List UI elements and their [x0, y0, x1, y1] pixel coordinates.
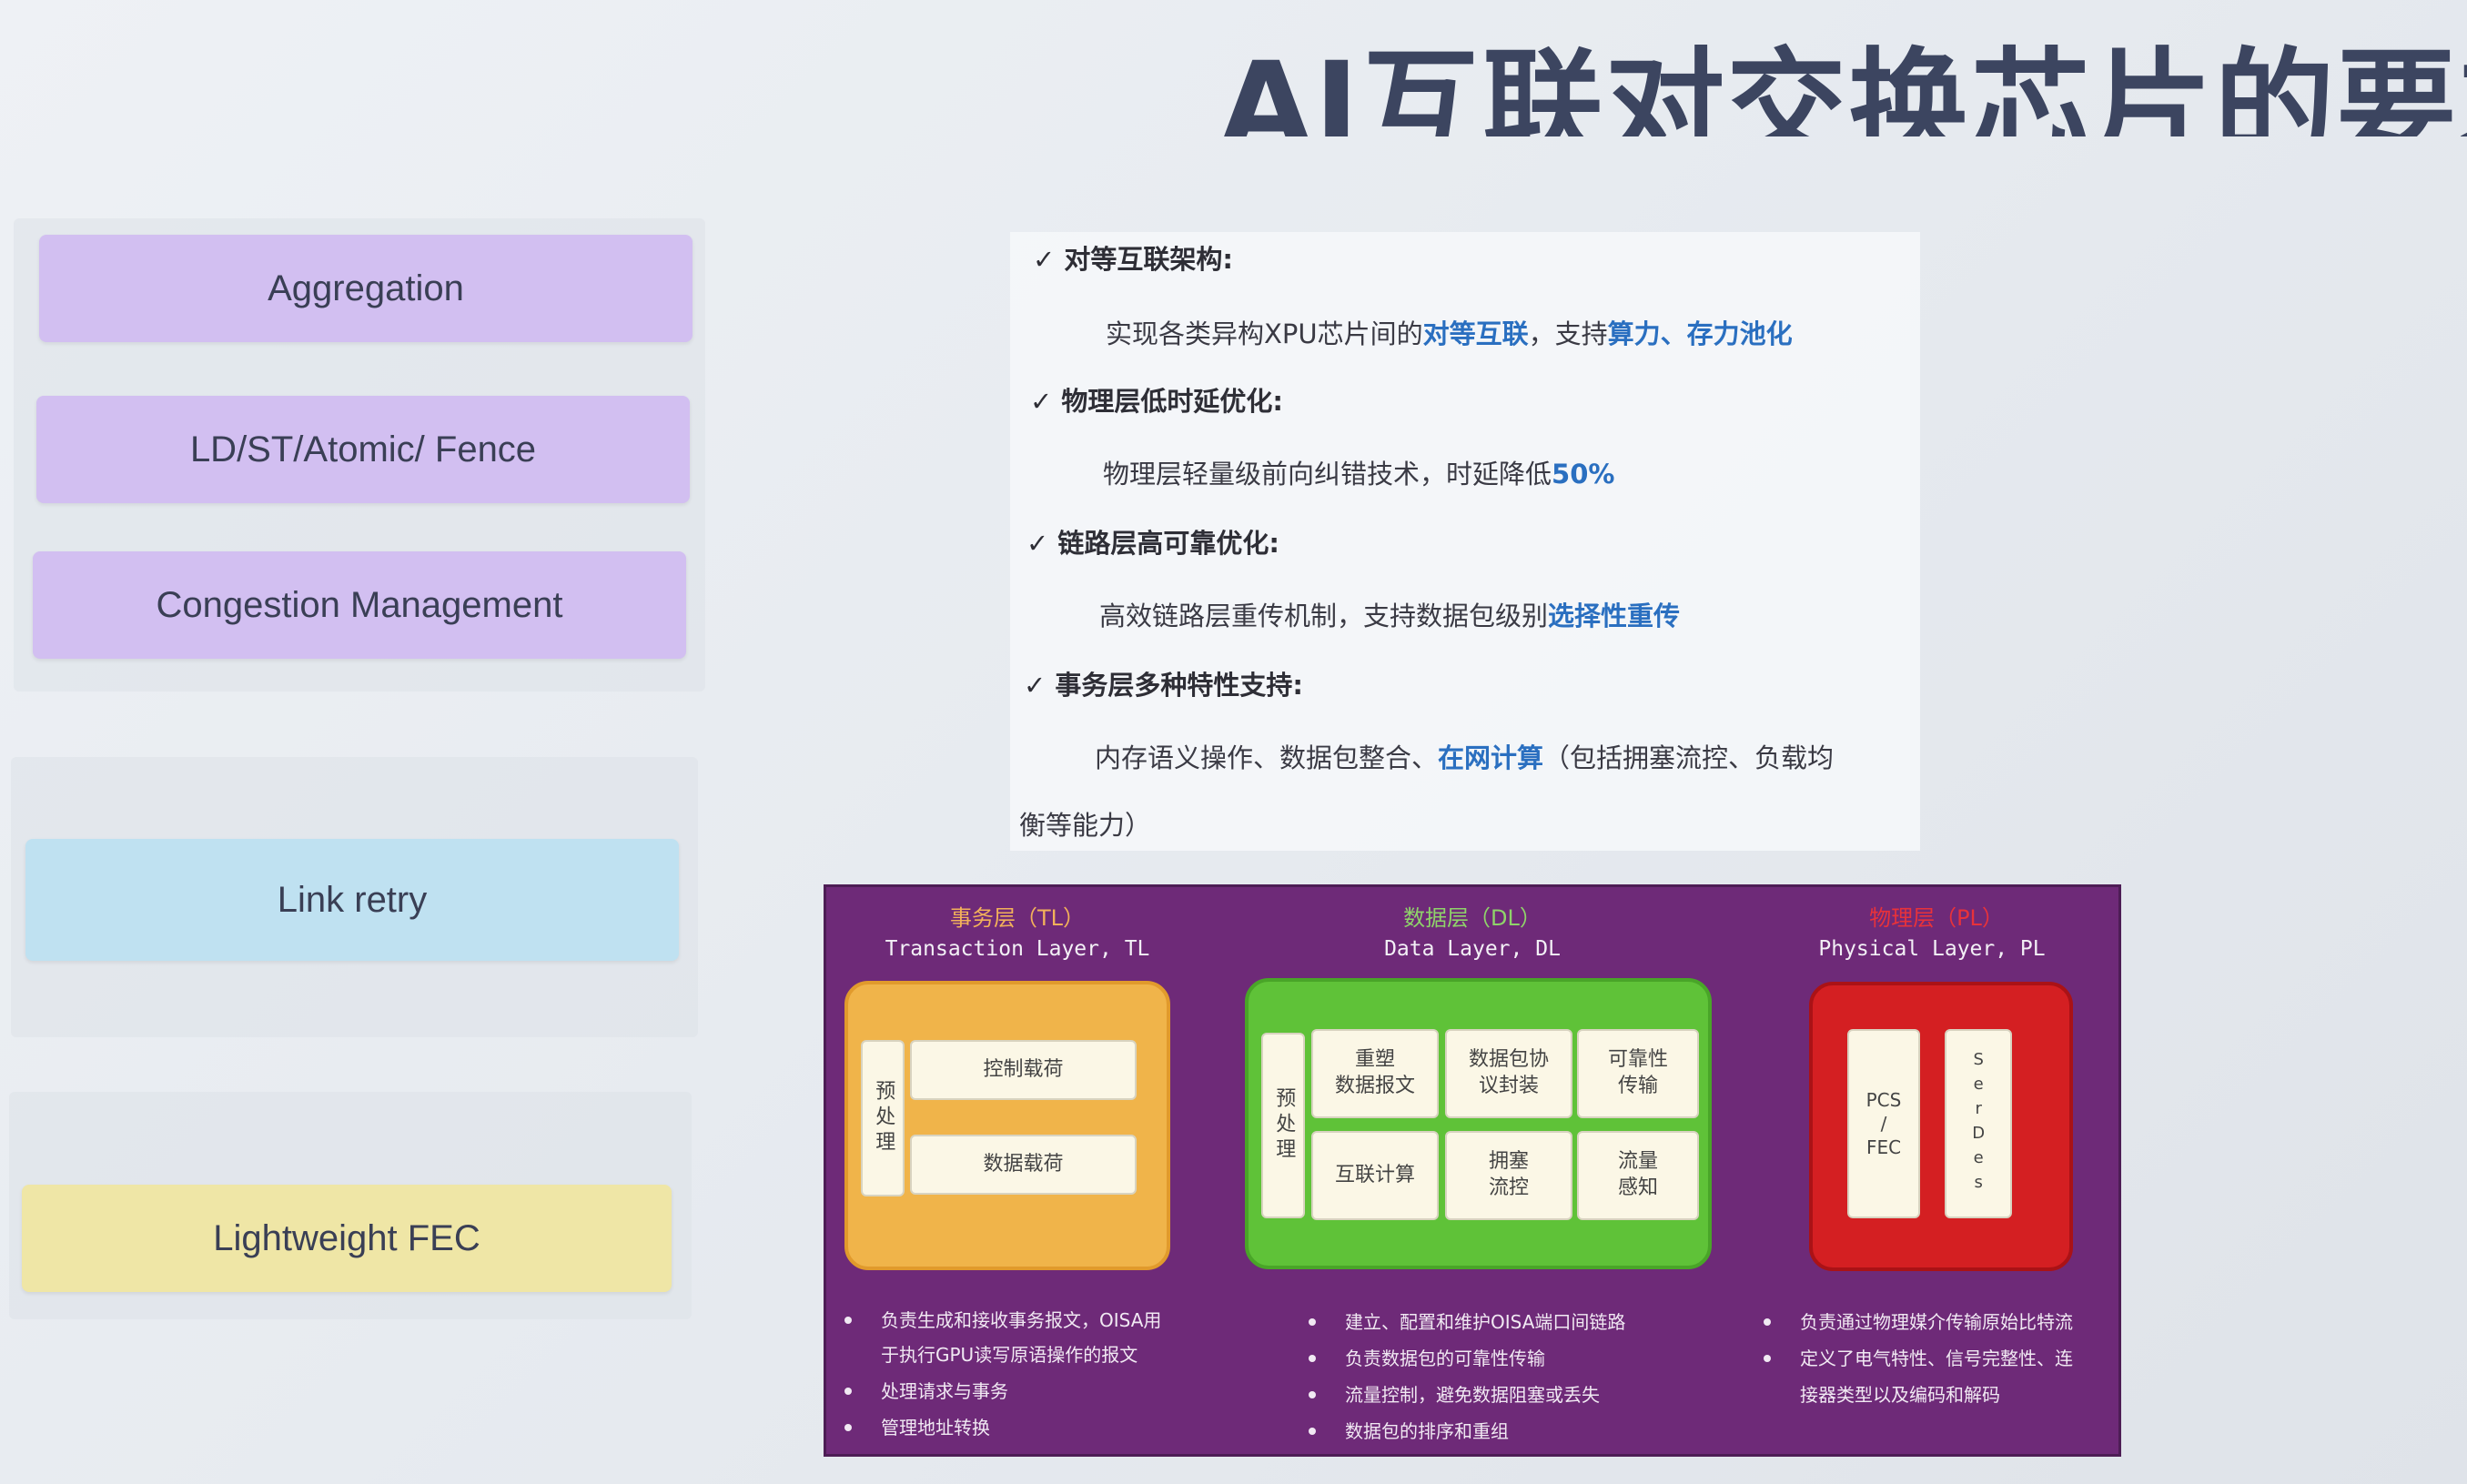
bullet-text: （包括拥塞流控、负载均	[1543, 742, 1835, 773]
tl-note-bullet	[844, 1424, 852, 1431]
dl-column-title: 数据层（DL）	[1403, 905, 1542, 931]
pl-note-bullet	[1764, 1355, 1771, 1362]
dl-note-bullet	[1309, 1355, 1316, 1362]
layer-aggregation: Aggregation	[39, 235, 693, 342]
check-icon: ✓	[1024, 670, 1046, 701]
layer-lightweight-fec: Lightweight FEC	[22, 1185, 672, 1292]
tl-preprocess-cell: 预处理	[861, 1040, 905, 1196]
bullet-title: 物理层低时延优化:	[1061, 386, 1284, 417]
pl-note-3: 接器类型以及编码和解码	[1800, 1384, 2000, 1406]
tl-note-2: 于执行GPU读写原语操作的报文	[881, 1344, 1138, 1366]
bullet-text: 高效链路层重传机制，支持数据包级别	[1099, 601, 1549, 631]
tl-note-3: 处理请求与事务	[881, 1380, 1008, 1402]
layer-label: Link retry	[277, 879, 428, 920]
bullet-head-4: ✓ 事务层多种特性支持:	[1024, 664, 1303, 702]
bullet-body-2: 物理层轻量级前向纠错技术，时延降低50%	[1103, 453, 1614, 491]
bullet-title: 链路层高可靠优化:	[1057, 528, 1280, 559]
dl-note-4: 数据包的排序和重组	[1345, 1420, 1509, 1442]
bullet-title: 事务层多种特性支持:	[1055, 670, 1304, 701]
pl-column-subtitle: Physical Layer, PL	[1818, 937, 2046, 961]
tl-note-1: 负责生成和接收事务报文，OISA用	[881, 1309, 1162, 1331]
layer-label: Aggregation	[268, 268, 464, 308]
layer-congestion-management: Congestion Management	[33, 551, 686, 659]
layer-label: Lightweight FEC	[213, 1217, 480, 1258]
bullet-text: 物理层轻量级前向纠错技术，时延降低	[1103, 459, 1552, 490]
dl-note-2: 负责数据包的可靠性传输	[1345, 1348, 1545, 1369]
bullet-body-4-cont: 衡等能力）	[1019, 804, 1151, 843]
bullet-title: 对等互联架构:	[1064, 244, 1234, 275]
slide-title: AI互联对交换芯片的要求	[1219, 36, 2467, 136]
tl-note-bullet	[844, 1317, 852, 1324]
dl-reliable-cell: 可靠性 传输	[1577, 1029, 1699, 1118]
tl-note-4: 管理地址转换	[881, 1417, 990, 1439]
dl-reshape-cell: 重塑 数据报文	[1311, 1029, 1439, 1118]
tl-note-bullet	[844, 1388, 852, 1395]
dl-interconnect-compute-cell: 互联计算	[1311, 1131, 1439, 1220]
bullet-highlight: 50%	[1552, 459, 1615, 490]
dl-column-subtitle: Data Layer, DL	[1384, 937, 1561, 961]
bullet-head-3: ✓ 链路层高可靠优化:	[1026, 522, 1279, 560]
bullet-head-2: ✓ 物理层低时延优化:	[1030, 380, 1283, 419]
dl-note-3: 流量控制，避免数据阻塞或丢失	[1345, 1384, 1600, 1406]
dl-note-bullet	[1309, 1318, 1316, 1326]
check-icon: ✓	[1033, 244, 1056, 275]
check-icon: ✓	[1026, 528, 1049, 559]
tl-column-subtitle: Transaction Layer, TL	[885, 937, 1150, 961]
bullet-highlight: 对等互联	[1422, 318, 1529, 349]
layer-diagram: 事务层（TL） Transaction Layer, TL 数据层（DL） Da…	[824, 884, 2121, 1457]
tl-control-payload-cell: 控制载荷	[910, 1040, 1137, 1100]
bullet-body-4: 内存语义操作、数据包整合、在网计算（包括拥塞流控、负载均	[1095, 737, 1834, 775]
dl-congestion-cell: 拥塞 流控	[1445, 1131, 1572, 1220]
dl-block	[1245, 978, 1712, 1269]
dl-note-1: 建立、配置和维护OISA端口间链路	[1345, 1311, 1626, 1333]
pl-note-1: 负责通过物理媒介传输原始比特流	[1800, 1311, 2073, 1333]
pl-serdes-cell: SerDes	[1945, 1029, 2012, 1218]
tl-data-payload-cell: 数据载荷	[910, 1135, 1137, 1195]
dl-note-bullet	[1309, 1428, 1316, 1435]
dl-traffic-cell: 流量 感知	[1577, 1131, 1699, 1220]
layer-label: Congestion Management	[156, 584, 563, 625]
tl-column-title: 事务层（TL）	[949, 905, 1086, 931]
bullet-body-3: 高效链路层重传机制，支持数据包级别选择性重传	[1099, 595, 1680, 633]
pl-note-2: 定义了电气特性、信号完整性、连	[1800, 1348, 2073, 1369]
bullet-highlight: 选择性重传	[1548, 601, 1681, 631]
pl-note-bullet	[1764, 1318, 1771, 1326]
layer-label: LD/ST/Atomic/ Fence	[189, 429, 537, 469]
bullet-highlight: 在网计算	[1438, 742, 1544, 773]
bullet-head-1: ✓ 对等互联架构:	[1033, 238, 1233, 277]
bullet-text: ，支持	[1528, 318, 1608, 349]
check-icon: ✓	[1030, 386, 1053, 417]
bullet-body-1: 实现各类异构XPU芯片间的对等互联，支持算力、存力池化	[1106, 313, 1793, 351]
pl-column-title: 物理层（PL）	[1869, 905, 2004, 931]
bullet-text: 实现各类异构XPU芯片间的	[1106, 318, 1423, 349]
dl-encap-cell: 数据包协 议封装	[1445, 1029, 1572, 1118]
bullet-text: 内存语义操作、数据包整合、	[1095, 742, 1439, 773]
pl-pcs-fec-cell: PCS / FEC	[1847, 1029, 1920, 1218]
layer-link-retry: Link retry	[25, 839, 679, 961]
layer-ldst-atomic-fence: LD/ST/Atomic/ Fence	[36, 396, 690, 503]
dl-preprocess-cell: 预处理	[1261, 1033, 1305, 1218]
bullet-text: 衡等能力）	[1019, 810, 1152, 841]
dl-note-bullet	[1309, 1391, 1316, 1398]
bullet-highlight: 算力、存力池化	[1607, 318, 1793, 349]
